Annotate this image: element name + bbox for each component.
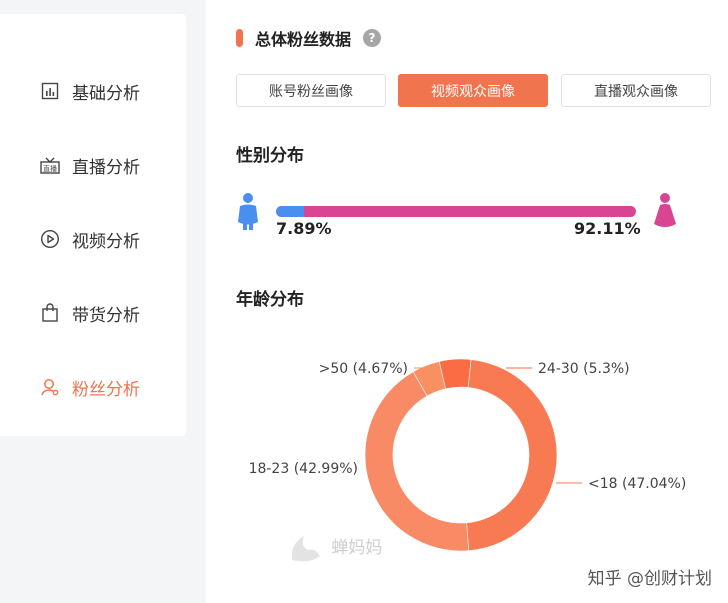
donut-slice-18-23[interactable]	[364, 371, 470, 552]
sidebar-item-label: 粉丝分析	[72, 379, 140, 400]
user-icon	[40, 377, 60, 397]
section-title: 总体粉丝数据	[255, 30, 352, 49]
watermark-logo-icon	[291, 536, 320, 562]
sidebar-item-label: 直播分析	[72, 157, 140, 178]
sidebar-item-label: 带货分析	[72, 305, 140, 326]
svg-text:直播: 直播	[43, 164, 57, 173]
age-title: 年龄分布	[236, 290, 304, 310]
donut-label: <18 (47.04%)	[588, 476, 686, 492]
sidebar-item-video-analysis[interactable]: 视频分析	[40, 227, 140, 252]
sidebar-item-fans-analysis[interactable]: 粉丝分析	[40, 375, 140, 400]
section-marker	[236, 29, 243, 47]
female-icon	[653, 192, 677, 236]
sidebar-item-label: 基础分析	[72, 83, 140, 104]
tab-account-fans[interactable]: 账号粉丝画像	[236, 74, 386, 107]
gender-bar	[276, 206, 636, 217]
tab-live-audience[interactable]: 直播观众画像	[561, 74, 711, 107]
bar-chart-icon	[40, 81, 60, 101]
shopping-bag-icon	[40, 303, 60, 323]
male-percentage: 7.89%	[276, 219, 332, 238]
gender-bar-male	[276, 206, 305, 217]
female-percentage: 92.11%	[574, 219, 641, 238]
credit-text: 知乎 @创财计划	[587, 569, 712, 589]
play-icon	[40, 229, 60, 249]
sidebar-item-sales-analysis[interactable]: 带货分析	[40, 301, 140, 326]
watermark: 蝉妈妈	[286, 530, 382, 566]
main-panel: 总体粉丝数据 ? 账号粉丝画像 视频观众画像 直播观众画像 性别分布 7.89%…	[206, 0, 728, 603]
sidebar-item-label: 视频分析	[72, 231, 140, 252]
donut-label: 18-23 (42.99%)	[249, 461, 358, 477]
donut-slice-<18[interactable]	[466, 359, 558, 552]
donut-label: >50 (4.67%)	[319, 361, 408, 377]
live-icon: 直播	[40, 155, 60, 175]
donut-label: 24-30 (5.3%)	[538, 361, 630, 377]
sidebar-item-basic-analysis[interactable]: 基础分析	[40, 79, 140, 104]
watermark-text: 蝉妈妈	[331, 538, 383, 558]
help-icon[interactable]: ?	[363, 29, 382, 47]
age-donut-chart: <18 (47.04%) 18-23 (42.99%) >50 (4.67%) 24-…	[206, 330, 728, 590]
sidebar: 基础分析 直播 直播分析 视频分析 带货分析 粉丝分析	[0, 14, 186, 436]
gender-title: 性别分布	[236, 146, 304, 166]
tab-video-audience[interactable]: 视频观众画像	[398, 74, 548, 107]
male-icon	[236, 192, 260, 236]
section-header: 总体粉丝数据 ?	[236, 27, 382, 49]
sidebar-item-live-analysis[interactable]: 直播 直播分析	[40, 153, 140, 178]
